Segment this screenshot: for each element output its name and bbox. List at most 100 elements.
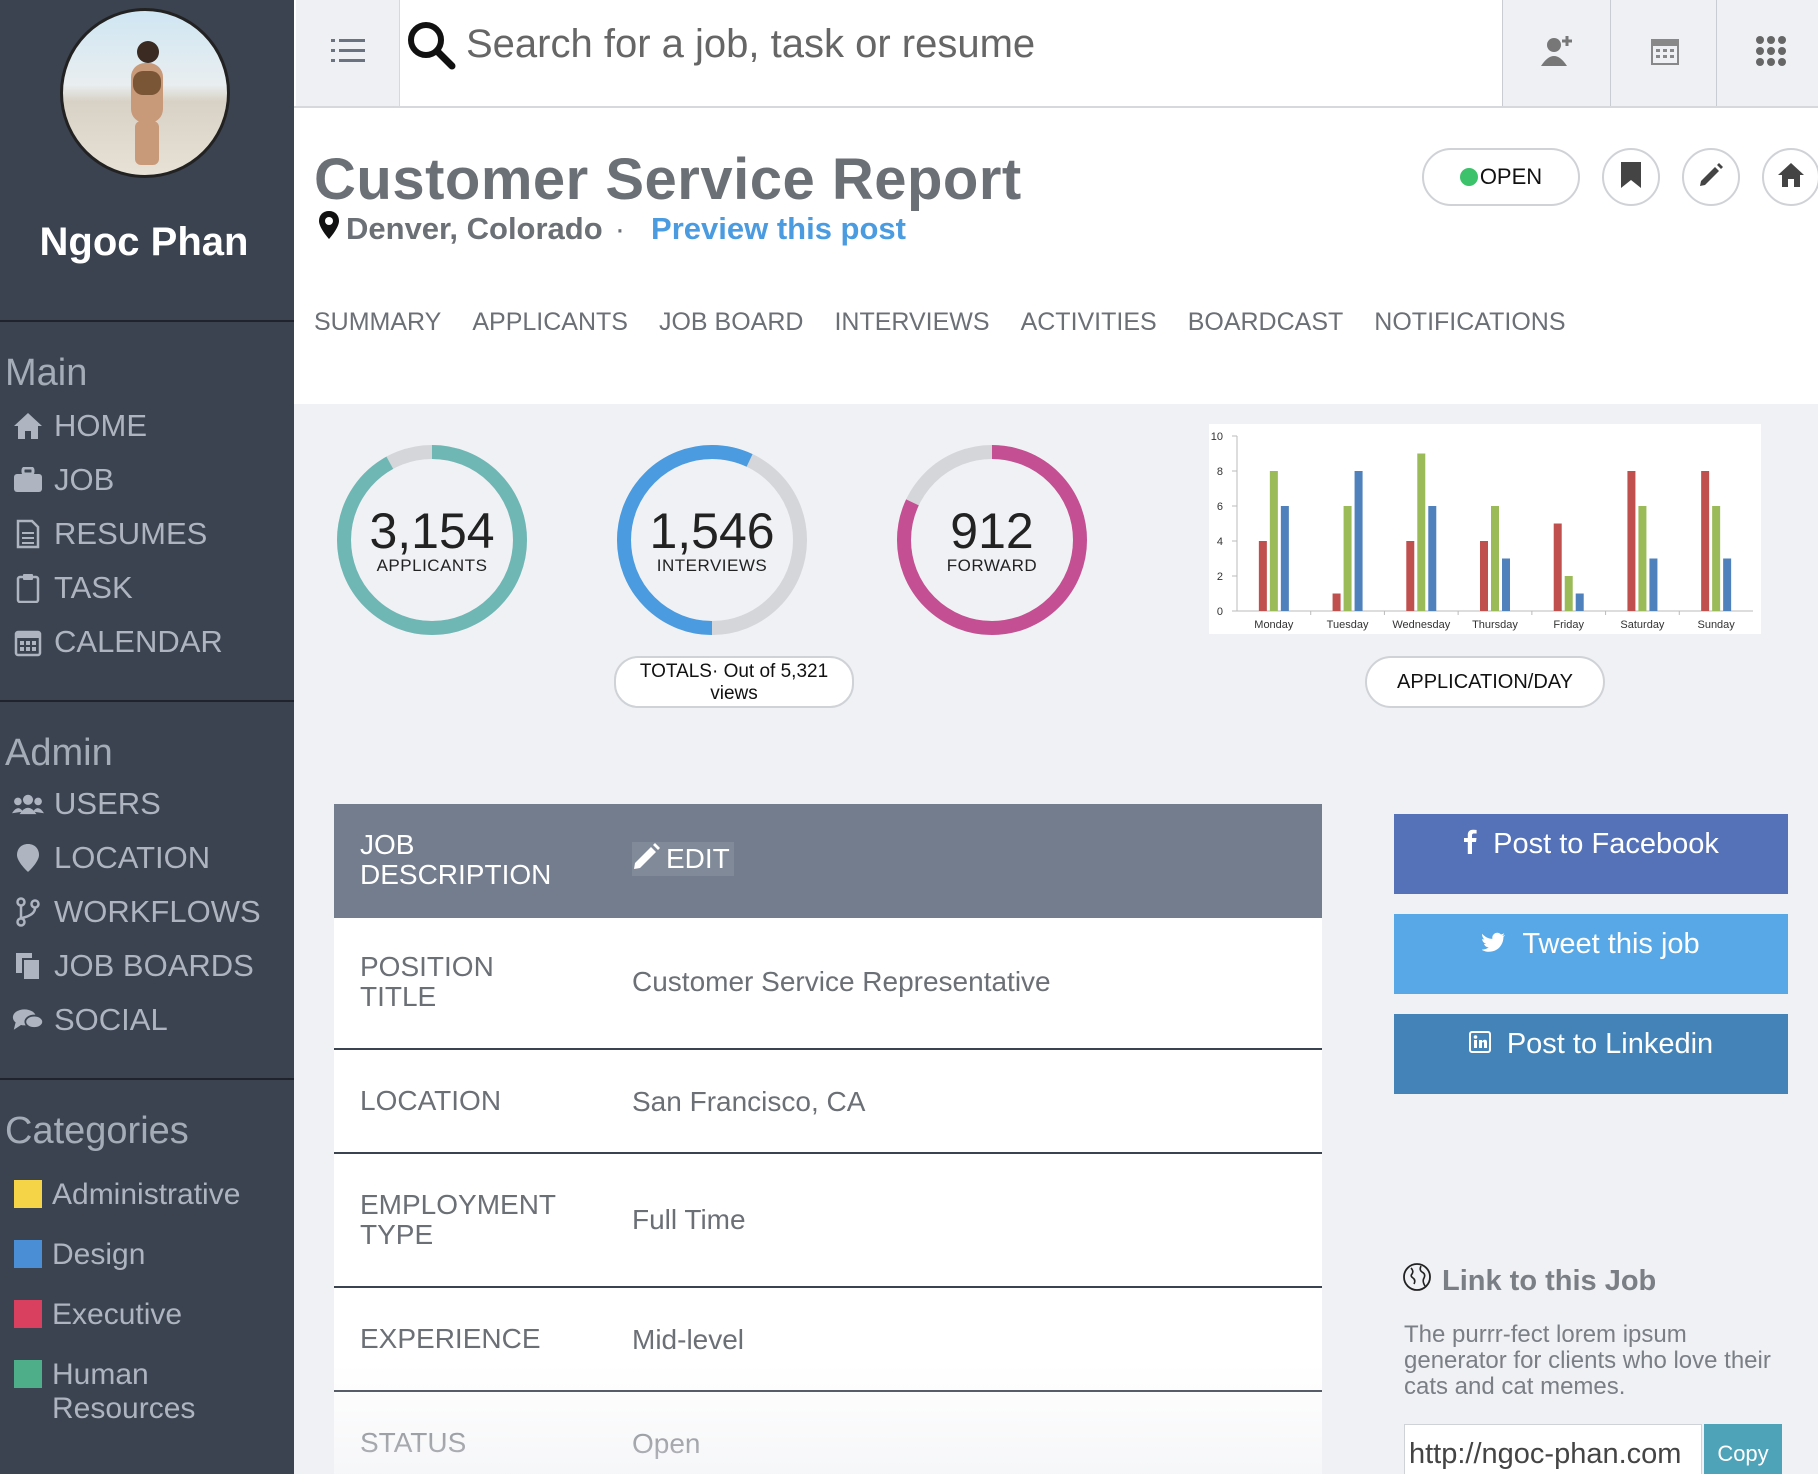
y-tick-label: 0: [1217, 606, 1223, 618]
status-dot: [1459, 168, 1478, 186]
sidebar-heading-admin: Admin: [5, 732, 113, 774]
post-to-facebook-button[interactable]: Post to Facebook: [1394, 814, 1788, 894]
category-swatch: [14, 1360, 42, 1388]
stat-value: 1,546: [649, 503, 775, 559]
link-description: The purrr-fect lorem ipsum generator for…: [1404, 1321, 1771, 1400]
bookmark-icon: [1620, 161, 1642, 194]
sidebar-item-job-boards[interactable]: JOB BOARDS: [12, 948, 254, 984]
chart-bar: [1269, 471, 1278, 611]
chart-bar: [1428, 506, 1437, 611]
pencil-icon: [1697, 161, 1725, 194]
stat-label: INTERVIEWS: [656, 556, 768, 575]
menu-toggle-button[interactable]: [296, 0, 400, 106]
chart-bar: [1491, 506, 1499, 611]
users-icon: [12, 788, 44, 820]
row-key: POSITION TITLE: [360, 951, 494, 1012]
calendar-button[interactable]: [1610, 0, 1718, 106]
stat-label: FORWARD: [946, 556, 1038, 575]
chart-bar: [1564, 576, 1573, 611]
category-swatch: [14, 1300, 42, 1328]
chart-bar: [1712, 506, 1721, 611]
table-row: STATUS Open: [334, 1392, 1322, 1474]
category-executive[interactable]: Executive: [14, 1298, 182, 1332]
edit-job-button[interactable]: [1682, 148, 1740, 206]
chart-bar: [1417, 453, 1426, 611]
sidebar-item-resumes[interactable]: RESUMES: [12, 516, 207, 552]
tab-notifications[interactable]: NOTIFICATIONS: [1374, 308, 1565, 337]
search-input[interactable]: [466, 14, 1466, 74]
sidebar-divider: [0, 700, 294, 702]
preview-post-link[interactable]: Preview this post: [651, 211, 906, 247]
category-design[interactable]: Design: [14, 1238, 145, 1272]
sidebar-item-label: USERS: [54, 786, 161, 821]
post-to-linkedin-button[interactable]: Post to Linkedin: [1394, 1014, 1788, 1094]
status-badge[interactable]: OPEN: [1422, 148, 1580, 206]
category-label: Executive: [52, 1298, 183, 1331]
category-swatch: [14, 1180, 42, 1208]
tab-applicants[interactable]: APPLICANTS: [472, 308, 628, 337]
chart-bar: [1258, 541, 1267, 611]
chart-bar: [1575, 593, 1584, 611]
stat-applicants: 3,154 APPLICANTS: [334, 442, 530, 638]
chart-bar: [1280, 506, 1289, 611]
sidebar: Ngoc Phan Main HOME JOB RESUMES TASK CAL…: [0, 0, 294, 1474]
home-button[interactable]: [1762, 148, 1818, 206]
tweet-job-button[interactable]: Tweet this job: [1394, 914, 1788, 994]
calendar-icon: [12, 626, 44, 658]
bookmark-button[interactable]: [1602, 148, 1660, 206]
tab-job-board[interactable]: JOB BOARD: [659, 308, 803, 337]
document-icon: [12, 518, 44, 550]
sidebar-divider: [0, 320, 294, 322]
sidebar-heading-categories: Categories: [5, 1110, 189, 1152]
sidebar-item-label: HOME: [54, 408, 147, 443]
separator: ·: [614, 211, 626, 246]
y-tick-label: 6: [1217, 501, 1223, 513]
chart-bar: [1480, 541, 1488, 611]
x-tick-label: Monday: [1254, 619, 1294, 631]
files-icon: [12, 950, 44, 982]
tab-summary[interactable]: SUMMARY: [314, 308, 441, 337]
row-key: EMPLOYMENT TYPE: [360, 1189, 556, 1250]
sidebar-item-job[interactable]: JOB: [12, 462, 114, 498]
link-to-job-title: Link to this Job: [1442, 1264, 1657, 1297]
stat-value: 912: [950, 503, 1034, 559]
x-tick-label: Sunday: [1697, 619, 1735, 631]
social-label: Tweet this job: [1522, 928, 1700, 960]
top-bar: [294, 0, 1818, 108]
tab-interviews[interactable]: INTERVIEWS: [834, 308, 989, 337]
home-icon: [1776, 161, 1806, 194]
tab-boardcast[interactable]: BOARDCAST: [1188, 308, 1344, 337]
job-location: Denver, Colorado: [346, 211, 603, 246]
category-human-resources[interactable]: Human Resources: [14, 1358, 214, 1426]
copy-link-button[interactable]: Copy: [1704, 1424, 1782, 1474]
table-row: LOCATION San Francisco, CA: [334, 1050, 1322, 1154]
job-header: Customer Service Report Denver, Colorado…: [294, 108, 1818, 404]
page-title: Customer Service Report: [314, 147, 1022, 212]
avatar[interactable]: [60, 8, 230, 178]
tab-activities[interactable]: ACTIVITIES: [1021, 308, 1157, 337]
add-user-button[interactable]: [1502, 0, 1610, 106]
sidebar-item-users[interactable]: USERS: [12, 786, 161, 822]
y-tick-label: 8: [1217, 466, 1223, 478]
pencil-icon: [632, 841, 662, 878]
x-tick-label: Thursday: [1472, 619, 1518, 631]
x-tick-label: Tuesday: [1327, 619, 1369, 631]
sidebar-item-social[interactable]: SOCIAL: [12, 1002, 168, 1038]
search-icon: [406, 20, 456, 70]
sidebar-item-location[interactable]: LOCATION: [12, 840, 210, 876]
application-per-day-button[interactable]: APPLICATION/DAY: [1365, 656, 1605, 708]
sidebar-item-task[interactable]: TASK: [12, 570, 133, 606]
edit-description-button[interactable]: EDIT: [632, 842, 734, 876]
sidebar-divider: [0, 1078, 294, 1080]
sidebar-item-workflows[interactable]: WORKFLOWS: [12, 894, 261, 930]
job-url-field[interactable]: [1404, 1424, 1702, 1474]
apps-button[interactable]: [1716, 0, 1818, 106]
chart-bar: [1701, 471, 1710, 611]
category-administrative[interactable]: Administrative: [14, 1178, 240, 1212]
sidebar-item-calendar[interactable]: CALENDAR: [12, 624, 223, 660]
sidebar-item-home[interactable]: HOME: [12, 408, 147, 444]
row-value: San Francisco, CA: [632, 1086, 866, 1117]
add-user-icon: [1540, 34, 1574, 73]
category-swatch: [14, 1240, 42, 1268]
clipboard-icon: [12, 572, 44, 604]
